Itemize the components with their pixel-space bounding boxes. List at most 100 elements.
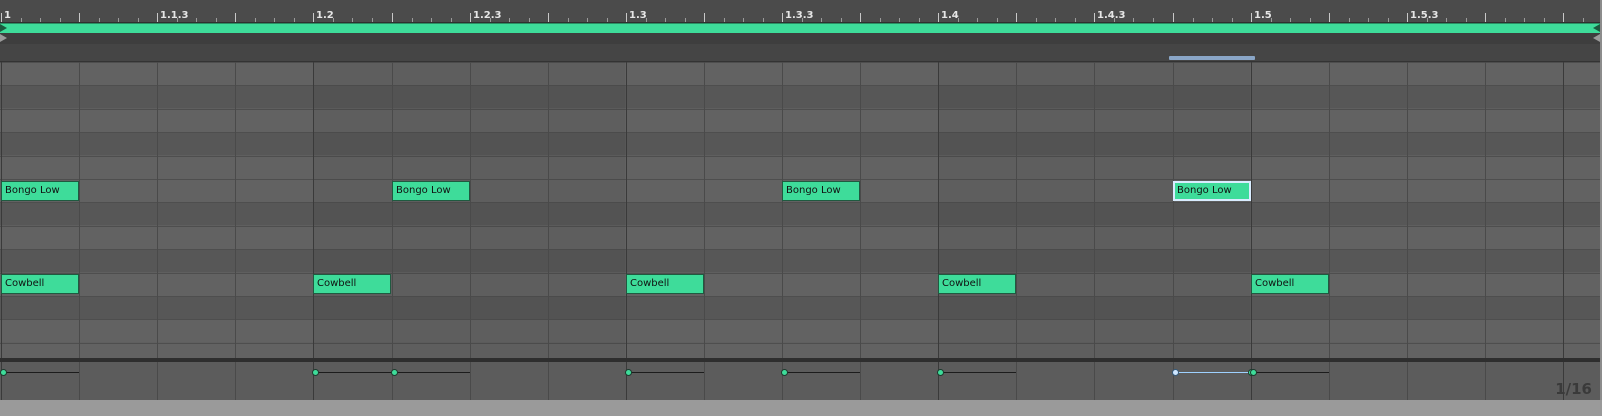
pitch-lane[interactable] bbox=[0, 109, 1600, 132]
lane-separator bbox=[0, 296, 1600, 297]
velocity-handle[interactable] bbox=[1250, 369, 1257, 376]
lane-separator bbox=[0, 156, 1600, 157]
ruler-subtick bbox=[1466, 18, 1467, 22]
midi-note[interactable]: Bongo Low bbox=[1173, 181, 1251, 201]
ruler-subtick bbox=[646, 18, 647, 22]
velocity-handle[interactable] bbox=[1172, 369, 1179, 376]
velocity-handle[interactable] bbox=[937, 369, 944, 376]
grid-line bbox=[1329, 362, 1330, 400]
velocity-bar[interactable] bbox=[940, 372, 1016, 373]
midi-note[interactable]: Cowbell bbox=[626, 274, 704, 294]
pitch-lane[interactable] bbox=[0, 226, 1600, 249]
ruler-subtick bbox=[138, 18, 139, 22]
ruler-subtick bbox=[821, 18, 822, 22]
loop-start-handle[interactable] bbox=[0, 24, 7, 32]
ruler-tick bbox=[704, 13, 705, 22]
ruler-label: 1.1.3 bbox=[160, 10, 189, 21]
ruler-subtick bbox=[60, 18, 61, 22]
velocity-bar[interactable] bbox=[784, 372, 860, 373]
velocity-handle[interactable] bbox=[0, 369, 7, 376]
ruler-subtick bbox=[99, 18, 100, 22]
pitch-lane[interactable] bbox=[0, 296, 1600, 319]
grid-line bbox=[1485, 362, 1486, 400]
velocity-lane[interactable]: 1/16 bbox=[0, 362, 1600, 400]
grid-line bbox=[235, 62, 236, 358]
pitch-lane[interactable] bbox=[0, 85, 1600, 108]
pitch-lane[interactable] bbox=[0, 156, 1600, 179]
ruler-label: 1.5.3 bbox=[1410, 10, 1439, 21]
grid-line bbox=[1094, 62, 1095, 358]
midi-note[interactable]: Cowbell bbox=[1, 274, 79, 294]
grid-line bbox=[235, 362, 236, 400]
pitch-lane[interactable] bbox=[0, 62, 1600, 85]
time-scroll-strip[interactable] bbox=[0, 44, 1600, 62]
midi-note[interactable]: Bongo Low bbox=[1, 181, 79, 201]
velocity-handle[interactable] bbox=[391, 369, 398, 376]
ruler-subtick bbox=[899, 18, 900, 22]
grid-line bbox=[1251, 62, 1252, 358]
grid-line bbox=[157, 362, 158, 400]
ruler-subtick bbox=[1446, 18, 1447, 22]
grid-line bbox=[782, 62, 783, 358]
ruler-subtick bbox=[1055, 18, 1056, 22]
ruler-tick bbox=[1173, 13, 1174, 22]
ruler-subtick bbox=[372, 18, 373, 22]
note-grid[interactable]: Bongo Low Bongo Low Bongo Low Bongo Low Cowb… bbox=[0, 62, 1600, 358]
ruler-subtick bbox=[1133, 18, 1134, 22]
ruler-subtick bbox=[1505, 18, 1506, 22]
start-marker-icon[interactable] bbox=[0, 34, 7, 42]
midi-note[interactable]: Cowbell bbox=[313, 274, 391, 294]
ruler-label: 1.4 bbox=[941, 10, 959, 21]
velocity-handle[interactable] bbox=[781, 369, 788, 376]
grid-line bbox=[626, 362, 627, 400]
velocity-bar[interactable] bbox=[394, 372, 470, 373]
midi-note[interactable]: Bongo Low bbox=[782, 181, 860, 201]
ruler-subtick bbox=[274, 18, 275, 22]
ruler-tick bbox=[392, 13, 393, 22]
velocity-handle[interactable] bbox=[625, 369, 632, 376]
ruler-tick bbox=[860, 13, 861, 22]
ruler-label: 1.2.3 bbox=[473, 10, 502, 21]
ruler-subtick bbox=[724, 18, 725, 22]
ruler-subtick bbox=[294, 18, 295, 22]
velocity-bar[interactable] bbox=[3, 372, 79, 373]
ruler-subtick bbox=[1544, 18, 1545, 22]
grid-line bbox=[392, 62, 393, 358]
lane-separator bbox=[0, 109, 1600, 110]
pitch-lane[interactable] bbox=[0, 319, 1600, 342]
end-marker-icon[interactable] bbox=[1593, 34, 1600, 42]
ruler-subtick bbox=[1193, 18, 1194, 22]
ruler-subtick bbox=[587, 18, 588, 22]
loop-end-handle[interactable] bbox=[1593, 24, 1600, 32]
lane-separator bbox=[0, 249, 1600, 250]
midi-note[interactable]: Cowbell bbox=[938, 274, 1016, 294]
ruler-subtick bbox=[1075, 18, 1076, 22]
pitch-lane[interactable] bbox=[0, 132, 1600, 155]
start-end-marker-strip[interactable] bbox=[0, 33, 1600, 44]
ruler-tick bbox=[1251, 13, 1252, 22]
midi-note[interactable]: Bongo Low bbox=[392, 181, 470, 201]
velocity-bar[interactable] bbox=[1175, 372, 1251, 373]
beat-time-ruler[interactable]: 1 1.1.3 1.2 1.2.3 1.3 1.3.3 1.4 1.4.3 1.5 1.5.3 bbox=[0, 0, 1600, 23]
ruler-subtick bbox=[509, 18, 510, 22]
velocity-bar[interactable] bbox=[628, 372, 704, 373]
grid-line bbox=[1094, 362, 1095, 400]
pitch-lane[interactable] bbox=[0, 249, 1600, 272]
velocity-bar[interactable] bbox=[315, 372, 391, 373]
grid-line bbox=[860, 362, 861, 400]
ruler-subtick bbox=[1349, 18, 1350, 22]
grid-line bbox=[1, 362, 2, 400]
grid-line bbox=[79, 362, 80, 400]
pitch-lane[interactable] bbox=[0, 343, 1600, 358]
ruler-subtick bbox=[977, 18, 978, 22]
pitch-lane[interactable] bbox=[0, 202, 1600, 225]
pitch-lane[interactable] bbox=[0, 273, 1600, 296]
beat-shade bbox=[313, 62, 625, 358]
ruler-subtick bbox=[607, 18, 608, 22]
lane-separator bbox=[0, 62, 1600, 63]
velocity-handle[interactable] bbox=[312, 369, 319, 376]
ruler-subtick bbox=[216, 18, 217, 22]
midi-note[interactable]: Cowbell bbox=[1251, 274, 1329, 294]
grid-line bbox=[1329, 62, 1330, 358]
velocity-bar[interactable] bbox=[1253, 372, 1329, 373]
